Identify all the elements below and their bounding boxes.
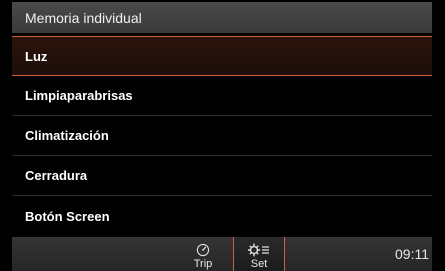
infotainment-screen: Memoria individual Luz Limpiaparabrisas … bbox=[0, 0, 445, 271]
settings-menu: Luz Limpiaparabrisas Climatización Cerra… bbox=[12, 36, 432, 236]
menu-item-limpiaparabrisas[interactable]: Limpiaparabrisas bbox=[12, 76, 432, 116]
menu-item-boton-screen[interactable]: Botón Screen bbox=[12, 196, 432, 236]
menu-item-luz[interactable]: Luz bbox=[12, 36, 432, 76]
bottom-nav-bar: Trip Set 09:11 bbox=[12, 237, 432, 271]
menu-item-label: Limpiaparabrisas bbox=[25, 88, 133, 103]
page-header: Memoria individual bbox=[12, 2, 432, 33]
menu-item-climatizacion[interactable]: Climatización bbox=[12, 116, 432, 156]
menu-item-label: Climatización bbox=[25, 128, 109, 143]
gauge-icon bbox=[196, 240, 210, 259]
settings-list-icon bbox=[248, 240, 270, 259]
tab-set-label: Set bbox=[250, 258, 268, 270]
menu-item-label: Luz bbox=[25, 48, 48, 64]
tab-set[interactable]: Set bbox=[233, 237, 285, 271]
page-title: Memoria individual bbox=[25, 9, 142, 26]
menu-item-label: Botón Screen bbox=[25, 208, 110, 224]
clock: 09:11 bbox=[395, 246, 429, 262]
menu-item-label: Cerradura bbox=[25, 168, 88, 183]
tab-trip-label: Trip bbox=[193, 258, 213, 270]
tab-trip[interactable]: Trip bbox=[176, 237, 230, 271]
menu-item-cerradura[interactable]: Cerradura bbox=[12, 156, 432, 196]
